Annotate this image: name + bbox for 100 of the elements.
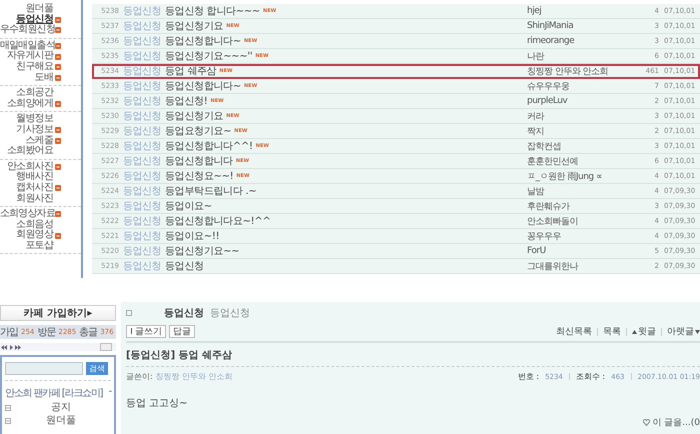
sidebar-item[interactable]: 소희영상자료 [0, 209, 55, 220]
meta-label: 조회수 : [576, 371, 606, 382]
post-author: ForU [527, 246, 547, 256]
post-author: rimeorange [527, 36, 576, 46]
sidebar-item[interactable]: 회원영상 [16, 230, 53, 241]
search-field[interactable] [5, 362, 83, 375]
cafe-name: 안소희 팬카페 [라크쇼미] [5, 387, 102, 400]
post-body: 등업 고고싱~ [126, 397, 189, 410]
meta-label: 번호 : [518, 371, 540, 382]
post-title-link[interactable]: 등업 쉐주삼 [165, 64, 216, 78]
sidebar-item[interactable]: 스케줄 [25, 136, 53, 146]
pager-icon [1, 344, 21, 350]
post-title-link[interactable]: 등업부탁드립니다 .~ [165, 184, 256, 198]
post-author: 날밤 [527, 186, 546, 198]
collapse-toggle[interactable]: - [108, 386, 111, 400]
board-icon [5, 418, 11, 424]
board-title: 등업신청 [164, 307, 204, 320]
post-category: 등업신청 [123, 95, 162, 108]
post-author: hjej [527, 6, 542, 16]
post-title-link[interactable]: 등업신청 [165, 259, 204, 273]
post-category: 등업신청 [123, 215, 162, 228]
sidebar-item[interactable]: 소희봤어요 [6, 146, 53, 157]
sidebar-item[interactable]: 회원사진 [16, 194, 53, 204]
post-title-link[interactable]: 등업신청합니다~ [165, 34, 241, 48]
post-author: 커라 [527, 110, 546, 122]
sidebar-item[interactable]: 안소희사진 [6, 162, 53, 172]
post-category: 등업신청 [123, 5, 162, 18]
down-arrow-icon [695, 330, 700, 334]
nav-link[interactable]: 최신목록 [556, 325, 592, 338]
post-category: 등업신청 [123, 65, 162, 78]
post-author: 짝지 [527, 126, 545, 138]
post-category: 등업신청 [123, 200, 162, 213]
board-icon [5, 404, 11, 410]
post-title-link[interactable]: 등업이요~!! [165, 229, 220, 243]
sidebar-item[interactable]: 포토샵 [25, 240, 53, 252]
menu-item[interactable]: 공지 [11, 402, 111, 413]
nav-link[interactable]: 아랫글 [667, 325, 700, 338]
post-title-link[interactable]: 등업신청합니다요~!^^ [165, 214, 271, 228]
recommend-link[interactable]: 이 글을...(0 [652, 416, 700, 429]
sidebar-item[interactable]: 매일매일출석 [0, 40, 55, 52]
post-category: 등업신청 [123, 50, 162, 63]
post-category: 등업신청 [123, 20, 162, 33]
up-arrow-icon [632, 330, 637, 334]
sidebar-item[interactable]: 원더풀 [25, 4, 53, 15]
nav-link[interactable]: 목록 [603, 325, 621, 338]
post-title-link[interactable]: 등업신청 합니다~~~ [165, 4, 260, 18]
post-title-link[interactable]: 등업이요~ [165, 199, 212, 213]
reply-button[interactable]: 답글 [169, 325, 195, 338]
post-category: 등업신청 [123, 230, 162, 243]
post-author: 안소희빠돌이 [527, 216, 579, 228]
sidebar-item[interactable]: 월병정보 [16, 114, 53, 125]
post-category: 등업신청 [123, 260, 162, 273]
join-cafe-button[interactable]: 카페 가입하기▸ [0, 305, 116, 321]
write-button[interactable]: 글쓰기 [126, 325, 166, 338]
post-title-link[interactable]: 등업신청기요 [165, 109, 224, 123]
post-author: 나란 [527, 50, 546, 62]
nav-link[interactable]: 윗글 [632, 325, 656, 338]
post-title-link[interactable]: 등업신청합니다~ [165, 79, 241, 93]
post-title-link[interactable]: 등업신청! [165, 94, 208, 108]
menu-item[interactable]: 원더풀 [11, 415, 111, 426]
heart-icon [643, 419, 650, 426]
post-category: 등업신청 [123, 245, 162, 258]
post-author: 훈훈한민선예 [527, 156, 579, 168]
post-title-link[interactable]: 등업신청기요~~~'' [165, 49, 252, 63]
post-author: 꽁우우우 [527, 230, 562, 242]
sidebar-item[interactable]: 캡처사진 [16, 182, 53, 194]
sidebar-item[interactable]: 기사정보 [16, 124, 53, 136]
stat-label: 총글 [79, 326, 98, 339]
stat-label: 가입 [0, 326, 18, 339]
post-author: 후란훼슈가 [527, 200, 571, 212]
stat-label: 방문 [37, 326, 56, 339]
sidebar-item[interactable]: 우수회원신청 [0, 25, 55, 36]
sidebar-item[interactable]: 자유게시판 [6, 51, 53, 62]
post-title-link[interactable]: 등업신청기요~~ [165, 244, 240, 258]
board-icon [126, 310, 132, 316]
post-title-link[interactable]: 등업신청합니다^^! [165, 139, 253, 153]
post-author: ShinJiMania [527, 21, 574, 31]
post-author: 칭찡짱 안뚜와 안소희 [527, 66, 610, 78]
sidebar-item[interactable]: 친구해요 [16, 62, 53, 73]
post-author: purpleLuv [527, 96, 568, 106]
sidebar-item[interactable]: 소희음성 [16, 220, 53, 230]
board-category: 등업신청 [210, 307, 250, 320]
post-category: 등업신청 [123, 80, 162, 93]
sidebar-item[interactable]: 행배사진 [16, 172, 53, 183]
post-author: 슈우우우웅 [527, 80, 570, 92]
post-category: 등업신청 [123, 35, 162, 48]
post-category: 등업신청 [123, 155, 162, 168]
post-title-link[interactable]: 등업신청기요 [165, 19, 224, 33]
sidebar-item[interactable]: 소희공간 [16, 88, 53, 99]
post-title: [등업신청] 등업 쉐주삼 [126, 343, 700, 367]
sidebar-item[interactable]: 소희양에게 [6, 98, 53, 110]
sidebar-item[interactable]: 도배 [34, 72, 53, 84]
post-category: 등업신청 [123, 185, 162, 198]
post-category: 등업신청 [123, 140, 162, 153]
post-title-link[interactable]: 등업신청합니다 [165, 154, 233, 168]
post-category: 등업신청 [123, 125, 162, 138]
post-author: 잡학컨셉 [527, 140, 562, 152]
post-title-link[interactable]: 등업요청기요~ [165, 124, 232, 138]
author-label: 글쓴이: [126, 372, 153, 381]
post-title-link[interactable]: 등업신청요~~! [165, 169, 234, 183]
